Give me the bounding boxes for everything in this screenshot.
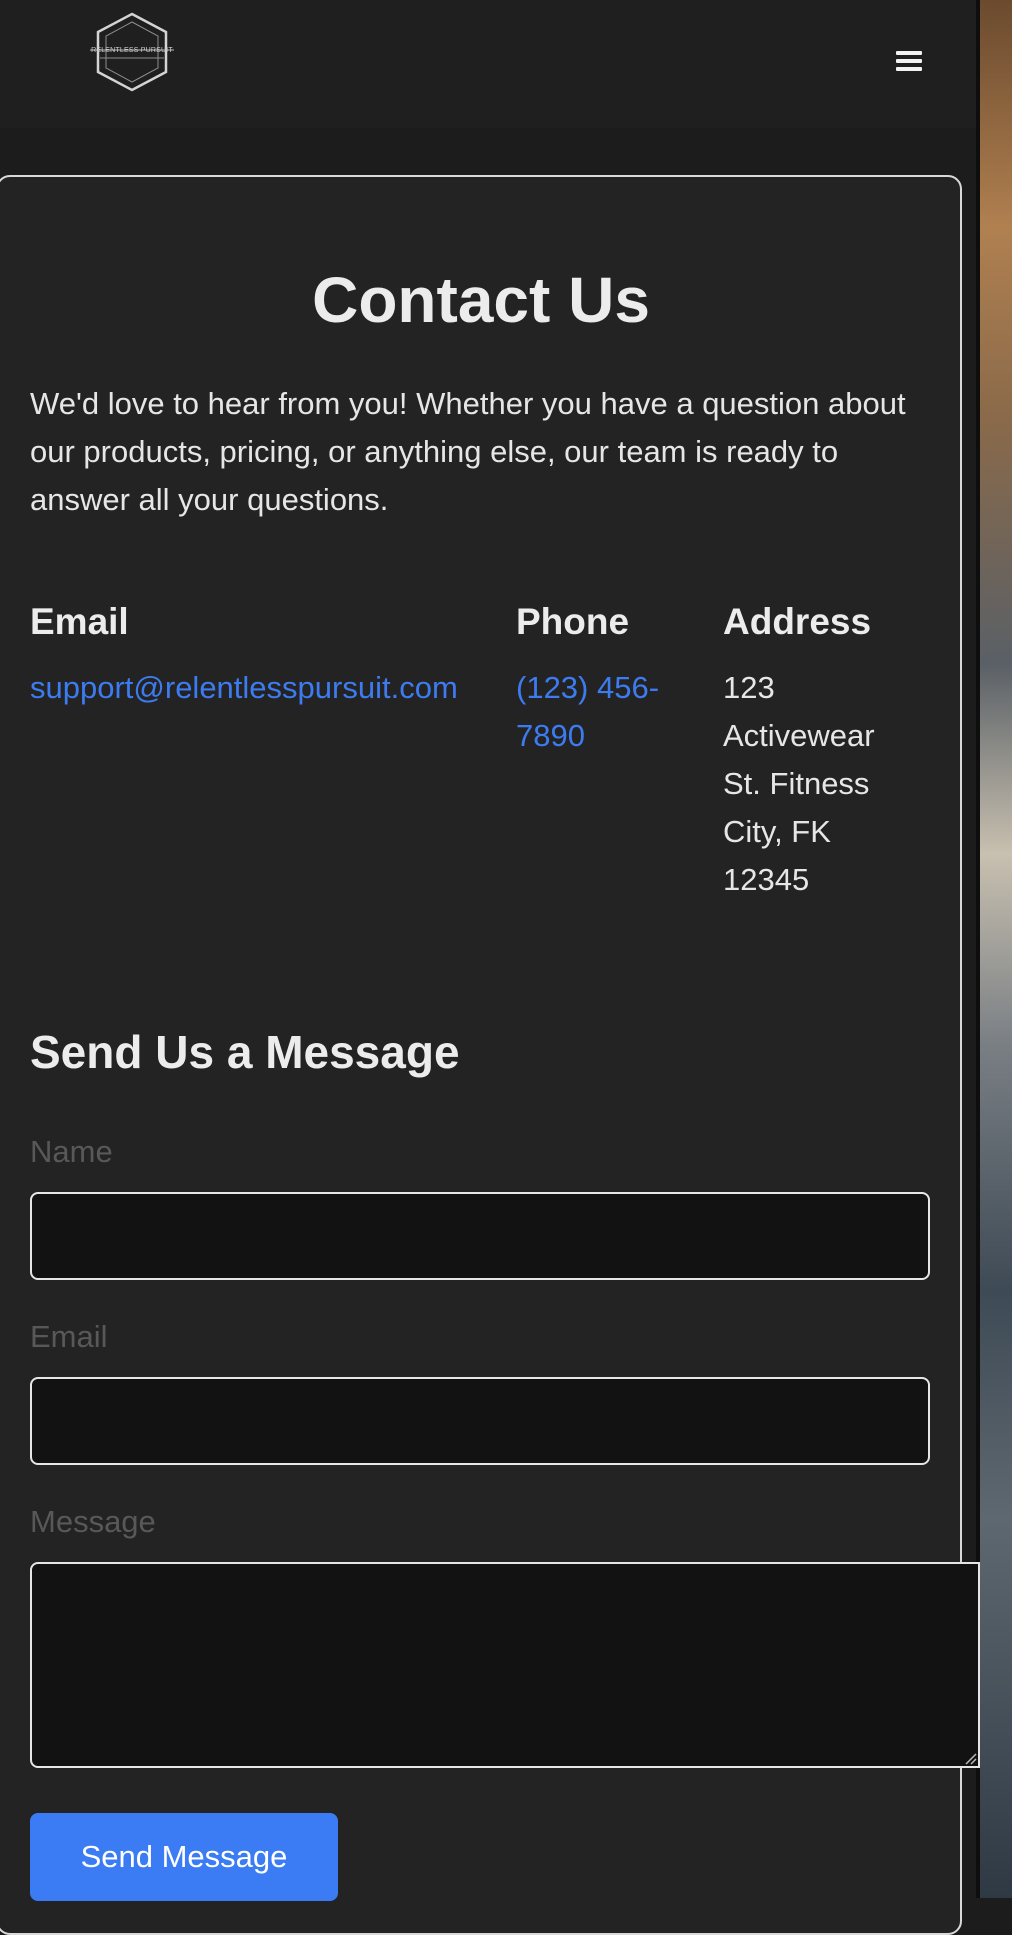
message-label: Message [30, 1504, 156, 1539]
site-header: RELENTLESS PURSUIT [0, 0, 976, 128]
address-heading: Address [723, 601, 872, 642]
page-title: Contact Us [312, 264, 650, 336]
message-textarea[interactable] [30, 1562, 980, 1768]
form-title: Send Us a Message [30, 1026, 460, 1078]
phone-link[interactable]: (123) 456-7890 [516, 670, 659, 753]
email-link[interactable]: support@relentlesspursuit.com [30, 670, 458, 705]
brand-logo[interactable]: RELENTLESS PURSUIT [88, 10, 176, 94]
send-message-button[interactable]: Send Message [30, 1813, 338, 1901]
logo-wordmark: RELENTLESS PURSUIT [91, 47, 173, 54]
intro-text: We'd love to hear from you! Whether you … [30, 386, 906, 517]
email-heading: Email [30, 601, 129, 642]
name-input[interactable] [30, 1192, 930, 1280]
address-value: 123 Activewear St. Fitness City, FK 1234… [723, 670, 875, 897]
resize-handle-icon[interactable] [962, 1750, 978, 1766]
phone-heading: Phone [516, 601, 630, 642]
email-input[interactable] [30, 1377, 930, 1465]
background-image [980, 0, 1012, 1898]
hamburger-menu-icon[interactable] [890, 46, 928, 76]
contact-phone-column: Phone (123) 456-7890 [516, 598, 706, 760]
contact-address-column: Address 123 Activewear St. Fitness City,… [723, 598, 903, 904]
email-label: Email [30, 1319, 108, 1354]
contact-email-column: Email support@relentlesspursuit.com [30, 598, 520, 712]
name-label: Name [30, 1134, 113, 1169]
